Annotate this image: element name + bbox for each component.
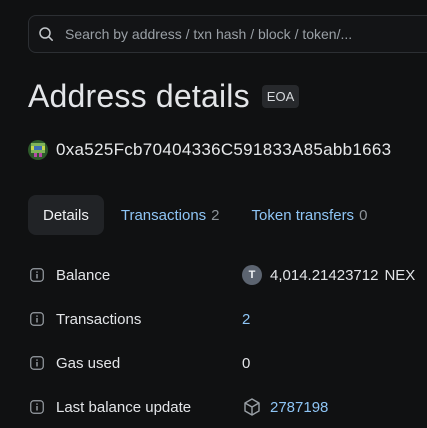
- tab-label: Token transfers: [251, 206, 355, 224]
- info-icon[interactable]: [30, 312, 44, 326]
- detail-value: 2787198: [242, 397, 328, 417]
- identicon-avatar: [28, 140, 48, 160]
- tab-count: 0: [359, 206, 368, 224]
- search-icon: [38, 26, 54, 42]
- tab-count: 2: [211, 206, 220, 224]
- address-hash: 0xa525Fcb70404336C591833A85abb1663: [56, 140, 392, 159]
- page-title: Address details: [28, 78, 250, 114]
- tab-transactions[interactable]: Transactions 2: [106, 195, 235, 235]
- balance-amount: 4,014.21423712: [270, 266, 379, 284]
- tab-label: Transactions: [120, 206, 207, 224]
- gas-used-value: 0: [242, 354, 251, 372]
- detail-value: 0: [242, 355, 250, 372]
- detail-label: Gas used: [56, 354, 121, 372]
- search-input[interactable]: [65, 26, 405, 42]
- transactions-count-link[interactable]: 2: [242, 311, 250, 328]
- detail-value: 2: [242, 311, 250, 328]
- detail-row-last-balance-update: Last balance update 2787198: [30, 385, 415, 428]
- page-header: Address details EOA: [28, 78, 300, 115]
- detail-row-gas-used: Gas used 0: [30, 341, 415, 385]
- info-icon[interactable]: [30, 356, 44, 370]
- detail-label: Transactions: [56, 310, 142, 328]
- detail-key: Balance: [30, 267, 242, 284]
- detail-row-balance: Balance T 4,014.21423712 NEX: [30, 253, 415, 297]
- address-details-page: Address details EOA 0xa525Fcb70404336C59…: [0, 0, 427, 428]
- address-row: 0xa525Fcb70404336C591833A85abb1663: [28, 140, 391, 160]
- detail-key: Transactions: [30, 311, 242, 328]
- detail-value: T 4,014.21423712 NEX: [242, 265, 415, 285]
- tab-token-transfers[interactable]: Token transfers 0: [237, 195, 383, 235]
- info-icon[interactable]: [30, 268, 44, 282]
- tab-label: Details: [43, 206, 89, 224]
- token-icon: T: [242, 265, 262, 285]
- details-list: Balance T 4,014.21423712 NEX Transaction…: [30, 253, 415, 428]
- info-icon[interactable]: [30, 400, 44, 414]
- detail-row-transactions: Transactions 2: [30, 297, 415, 341]
- detail-label: Balance: [56, 266, 111, 284]
- detail-label: Last balance update: [56, 398, 192, 416]
- block-cube-icon: [242, 397, 262, 417]
- tab-details[interactable]: Details: [28, 195, 104, 235]
- block-number-link[interactable]: 2787198: [270, 399, 328, 416]
- address-type-badge: EOA: [261, 85, 300, 108]
- search-bar[interactable]: [28, 15, 427, 53]
- detail-key: Last balance update: [30, 399, 242, 416]
- balance-symbol: NEX: [384, 266, 416, 284]
- detail-key: Gas used: [30, 355, 242, 372]
- tab-bar: Details Transactions 2 Token transfers 0: [28, 195, 382, 235]
